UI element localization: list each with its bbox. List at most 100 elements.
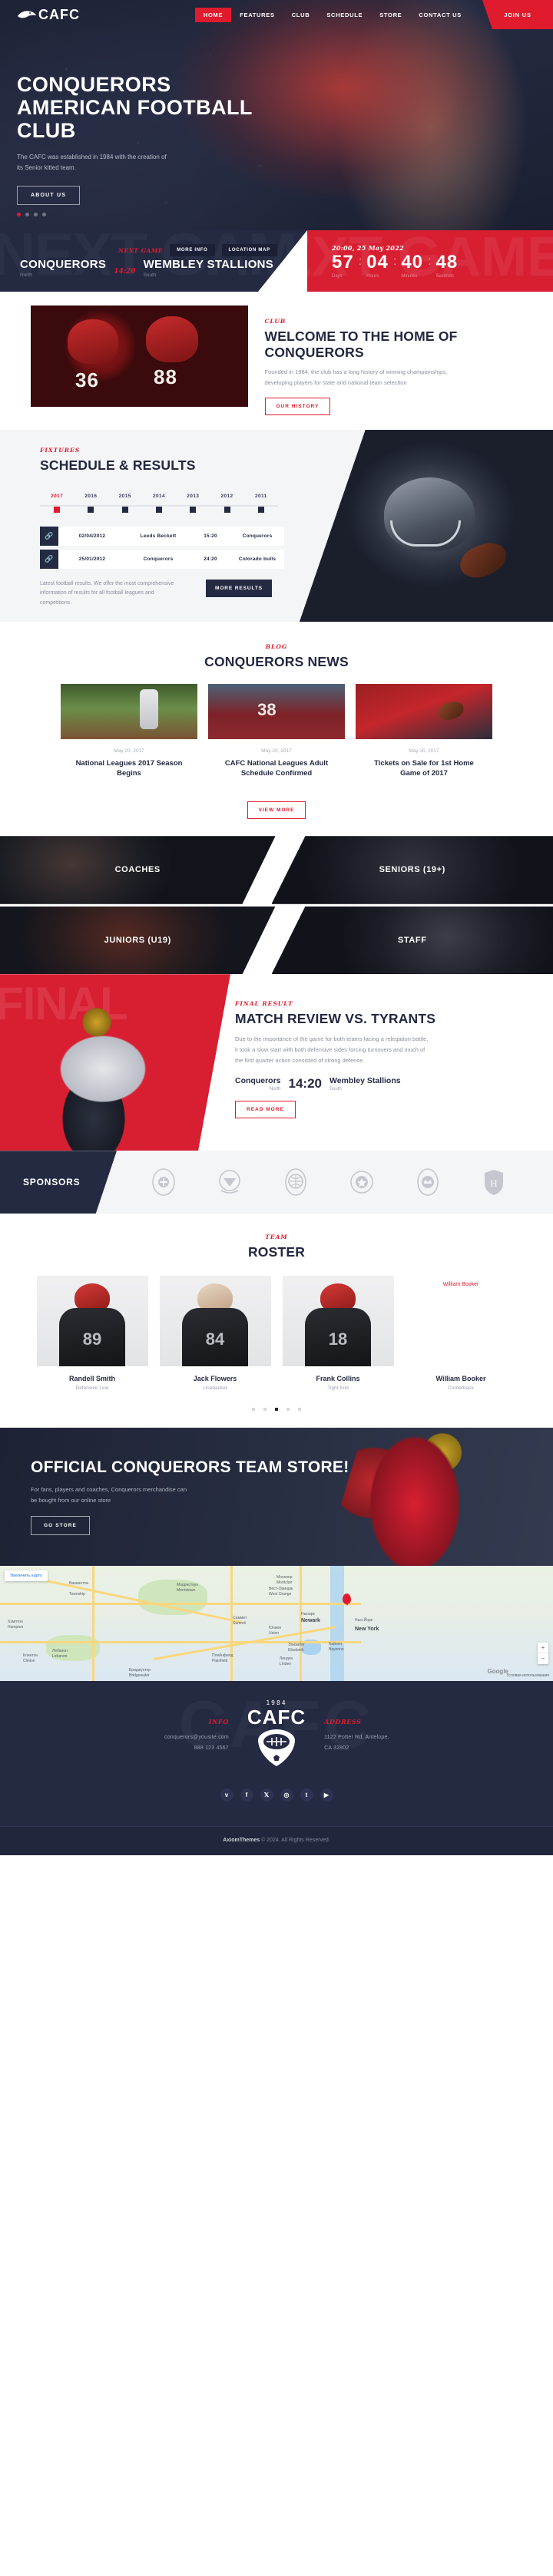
nav-item-home[interactable]: HOME	[194, 7, 232, 22]
category-coaches[interactable]: COACHES	[0, 836, 276, 904]
player-card[interactable]: William Booker William Booker Cornerback	[405, 1275, 517, 1391]
year-tab-2015[interactable]: 2015	[108, 487, 142, 513]
roster-dot-5[interactable]	[298, 1407, 301, 1411]
news-headline[interactable]: CAFC National Leagues Adult Schedule Con…	[208, 758, 345, 779]
map-label: Union	[269, 1630, 280, 1636]
countdown-minutes-label: Minutes	[401, 273, 418, 279]
map-zoom-link[interactable]: Увеличить карту	[5, 1570, 48, 1581]
footer-phone[interactable]: 888 123 4567	[121, 1743, 229, 1753]
map-label: Морристаун	[177, 1582, 199, 1587]
roster-slider-dots[interactable]	[0, 1407, 553, 1411]
badge-diamond-icon[interactable]	[217, 1167, 243, 1197]
next-game-countdown-bar: NEXT GAME NEXT GAME MORE INFO LOCATION M…	[0, 230, 553, 292]
news-headline[interactable]: Tickets on Sale for 1st Home Game of 201…	[356, 758, 492, 779]
nav-item-contact-us[interactable]: CONTACT US	[410, 8, 470, 22]
table-row[interactable]: 🔗 25/01/2012 Conquerors 24:20 Colorado b…	[40, 549, 284, 569]
nav-item-club[interactable]: CLUB	[283, 8, 319, 22]
badge-star-icon[interactable]	[349, 1167, 375, 1197]
map-label: Montclair	[276, 1580, 293, 1585]
category-staff[interactable]: STAFF	[271, 906, 553, 975]
map-zoom-out-button[interactable]: −	[538, 1653, 548, 1664]
twitter-x-icon[interactable]: 𝕏	[260, 1788, 273, 1802]
copyright-rest: © 2024. All Rights Reserved.	[260, 1838, 330, 1844]
about-us-button[interactable]: ABOUT US	[17, 185, 81, 205]
copyright-brand[interactable]: AxiomThemes	[223, 1838, 260, 1843]
match-score: 15:20	[204, 533, 217, 539]
news-card[interactable]: May 20, 2017 CAFC National Leagues Adult…	[208, 683, 345, 779]
footer-copyright-bar: AxiomThemes © 2024. All Rights Reserved.	[0, 1826, 553, 1856]
hero-slider-dots[interactable]	[17, 213, 46, 216]
map-zoom-controls[interactable]: + −	[538, 1642, 548, 1664]
match-kickoff-time: 14:20	[114, 268, 136, 276]
schedule-year-selector[interactable]: 2017 2016 2015 2014 2013 2012 2011	[40, 487, 278, 513]
countdown-days-label: Days	[332, 273, 343, 279]
badge-crown-icon[interactable]	[415, 1167, 441, 1197]
link-icon[interactable]: 🔗	[40, 526, 58, 546]
instagram-icon[interactable]: ◎	[280, 1788, 293, 1802]
player-photo: 84	[159, 1275, 271, 1366]
more-results-button[interactable]: MORE RESULTS	[206, 579, 272, 597]
map-zoom-in-button[interactable]: +	[538, 1643, 548, 1653]
year-tab-2016[interactable]: 2016	[74, 487, 108, 513]
more-info-button[interactable]: MORE INFO	[170, 244, 215, 256]
player-card[interactable]: 84 Jack Flowers Linebacker	[159, 1275, 271, 1391]
view-more-button[interactable]: VIEW MORE	[247, 801, 306, 820]
vimeo-icon[interactable]: v	[220, 1788, 233, 1802]
our-history-button[interactable]: OUR HISTORY	[264, 398, 331, 416]
hero-dot-4[interactable]	[42, 213, 46, 216]
review-eyebrow: FINAL RESULT	[235, 1000, 293, 1008]
review-text: Due to the importance of the game for bo…	[235, 1035, 429, 1064]
year-tab-2011[interactable]: 2011	[244, 487, 278, 513]
player-photo: 89	[36, 1275, 148, 1366]
category-juniors[interactable]: JUNIORS (U19)	[0, 906, 276, 975]
player-card[interactable]: 18 Frank Collins Tight End	[282, 1275, 394, 1391]
year-tab-2013[interactable]: 2013	[176, 487, 210, 513]
roster-dot-1[interactable]	[252, 1407, 255, 1411]
year-tab-2014[interactable]: 2014	[142, 487, 176, 513]
year-label: 2013	[187, 493, 200, 499]
player-number: 18	[328, 1329, 348, 1349]
news-card[interactable]: May 20, 2017 Tickets on Sale for 1st Hom…	[356, 683, 492, 779]
facebook-icon[interactable]: f	[240, 1788, 253, 1802]
badge-globe-icon[interactable]	[283, 1167, 309, 1197]
nav-item-schedule[interactable]: SCHEDULE	[318, 8, 371, 22]
next-game-teams-panel: NEXT GAME NEXT GAME MORE INFO LOCATION M…	[0, 230, 307, 292]
news-card[interactable]: May 20, 2017 National Leagues 2017 Seaso…	[61, 683, 197, 779]
year-label: 2012	[220, 493, 233, 499]
footer-email[interactable]: conquerors@yousite.com	[121, 1732, 229, 1742]
hero-dot-3[interactable]	[34, 213, 38, 216]
year-tab-2012[interactable]: 2012	[210, 487, 243, 513]
nav-item-store[interactable]: STORE	[371, 8, 410, 22]
roster-dot-3[interactable]	[275, 1407, 278, 1411]
map-label: Вашингтон	[69, 1580, 89, 1586]
table-row[interactable]: 🔗 02/04/2012 Leeds Beckett 15:20 Conquer…	[40, 526, 284, 546]
tumblr-icon[interactable]: t	[300, 1788, 313, 1802]
map-label: Township	[69, 1591, 85, 1597]
location-map[interactable]: Увеличить карту + − Google Условия испол…	[0, 1565, 553, 1681]
category-seniors[interactable]: SENIORS (19+)	[271, 836, 553, 904]
player-card[interactable]: 89 Randell Smith Defensive Line	[36, 1275, 148, 1391]
news-thumbnail	[356, 683, 492, 739]
away-team-name: WEMBLEY STALLIONS	[143, 258, 274, 271]
nav-item-features[interactable]: FEATURES	[231, 8, 283, 22]
badge-cross-icon[interactable]	[151, 1167, 177, 1197]
map-terms[interactable]: Условия использования	[507, 1673, 550, 1678]
hero-dot-1[interactable]	[17, 213, 21, 216]
hero-title: CONQUERORS AMERICAN FOOTBALL CLUB	[17, 73, 253, 143]
go-store-button[interactable]: GO STORE	[31, 1516, 90, 1536]
roster-dot-4[interactable]	[286, 1407, 290, 1411]
year-tab-2017[interactable]: 2017	[40, 487, 74, 513]
welcome-image: 36 88	[31, 305, 248, 407]
read-more-button[interactable]: READ MORE	[235, 1101, 296, 1118]
site-logo[interactable]: CAFC	[17, 7, 80, 23]
news-date: May 20, 2017	[261, 748, 292, 754]
join-us-button[interactable]: JOIN US	[482, 0, 553, 29]
news-headline[interactable]: National Leagues 2017 Season Begins	[61, 758, 197, 779]
shield-h-icon[interactable]: H	[481, 1167, 507, 1197]
location-map-button[interactable]: LOCATION MAP	[221, 244, 277, 256]
link-icon[interactable]: 🔗	[40, 549, 58, 569]
youtube-icon[interactable]: ▶	[320, 1788, 333, 1802]
hero-dot-2[interactable]	[25, 213, 29, 216]
roster-dot-2[interactable]	[263, 1407, 267, 1411]
map-label: Элизабет	[288, 1642, 305, 1647]
